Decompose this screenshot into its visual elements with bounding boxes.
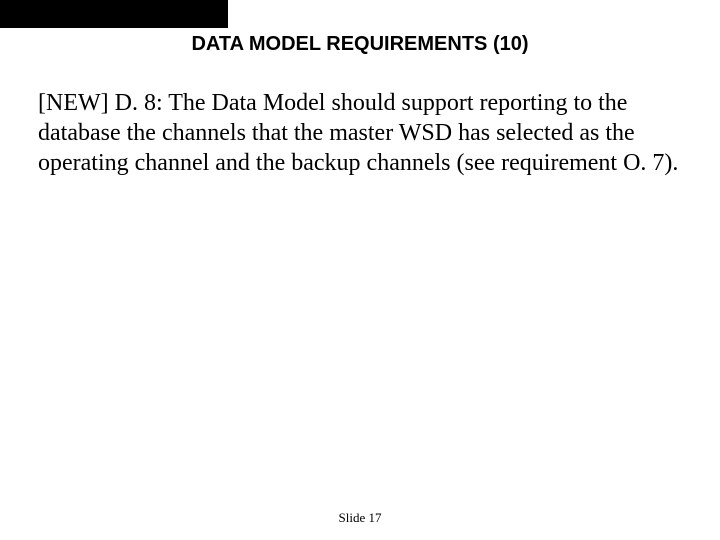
slide-number-footer: Slide 17 (0, 510, 720, 526)
header-black-bar (0, 0, 228, 28)
slide-title: DATA MODEL REQUIREMENTS (10) (0, 33, 720, 56)
slide-body-text: [NEW] D. 8: The Data Model should suppor… (38, 88, 682, 178)
